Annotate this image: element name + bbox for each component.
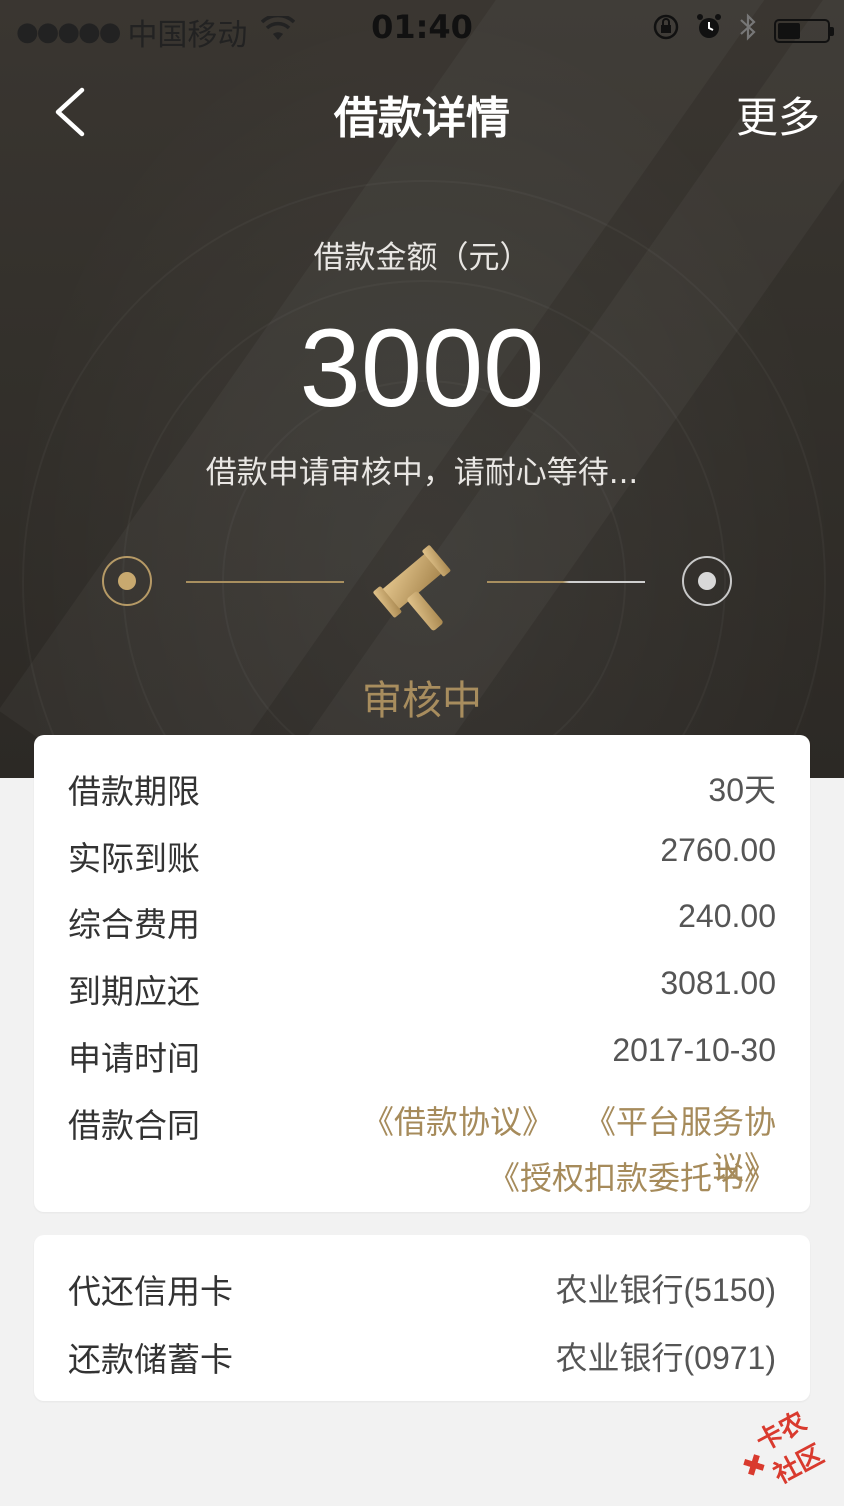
progress-node-end [682, 556, 732, 606]
progress-line-right [487, 581, 645, 583]
detail-value: 2760.00 [660, 832, 776, 868]
battery-icon [774, 18, 834, 43]
status-right [652, 12, 834, 49]
detail-row-fee: 综合费用 240.00 [68, 898, 776, 948]
status-bar: ●●●●● 中国移动 01:40 [0, 0, 844, 60]
bank-card-card: 代还信用卡 农业银行(5150) 还款储蓄卡 农业银行(0971) [34, 1235, 810, 1401]
detail-label: 综合费用 [68, 905, 200, 944]
card-row-credit[interactable]: 代还信用卡 农业银行(5150) [68, 1265, 776, 1315]
gavel-icon [366, 540, 466, 632]
detail-row-received: 实际到账 2760.00 [68, 832, 776, 882]
card-label: 代还信用卡 [68, 1272, 233, 1311]
watermark: ✖ 卡农社区 [725, 1390, 844, 1506]
card-value: 农业银行(5150) [555, 1272, 776, 1308]
card-label: 还款储蓄卡 [68, 1340, 233, 1379]
debit-authorization-link[interactable]: 《授权扣款委托书》 [488, 1159, 776, 1197]
detail-value: 2017-10-30 [612, 1032, 776, 1068]
detail-row-due: 到期应还 3081.00 [68, 965, 776, 1015]
contract-links: 《借款协议》 《平台服务协议》 《授权扣款委托书》 [316, 1097, 776, 1199]
detail-label: 实际到账 [68, 839, 200, 878]
hero-header: ●●●●● 中国移动 01:40 借款详情 更多 借款金额（元） 3000 借款… [0, 0, 844, 778]
detail-label: 借款合同 [68, 1106, 200, 1145]
detail-row-apply-time: 申请时间 2017-10-30 [68, 1032, 776, 1082]
stage-label: 审核中 [362, 678, 482, 724]
detail-label: 申请时间 [68, 1039, 200, 1078]
alarm-icon [696, 13, 722, 48]
detail-value: 240.00 [678, 898, 776, 934]
amount-label: 借款金额（元） [313, 240, 531, 276]
battery-fill [778, 22, 800, 39]
detail-label: 借款期限 [68, 772, 200, 811]
loan-detail-card: 借款期限 30天 实际到账 2760.00 综合费用 240.00 到期应还 3… [34, 735, 810, 1212]
card-row-debit[interactable]: 还款储蓄卡 农业银行(0971) [68, 1333, 776, 1383]
loan-amount: 3000 [299, 307, 545, 430]
progress-line-left [186, 581, 344, 583]
loan-agreement-link[interactable]: 《借款协议》 [362, 1103, 554, 1141]
detail-value: 30天 [708, 772, 776, 808]
card-value: 农业银行(0971) [555, 1340, 776, 1376]
bluetooth-icon [738, 12, 758, 49]
review-message: 借款申请审核中，请耐心等待... [205, 455, 639, 491]
orientation-lock-icon [652, 13, 680, 48]
more-button[interactable]: 更多 [736, 84, 820, 145]
progress-node-start [102, 556, 152, 606]
page-title: 借款详情 [334, 93, 510, 144]
detail-row-term: 借款期限 30天 [68, 765, 776, 815]
detail-label: 到期应还 [68, 972, 200, 1011]
detail-value: 3081.00 [660, 965, 776, 1001]
